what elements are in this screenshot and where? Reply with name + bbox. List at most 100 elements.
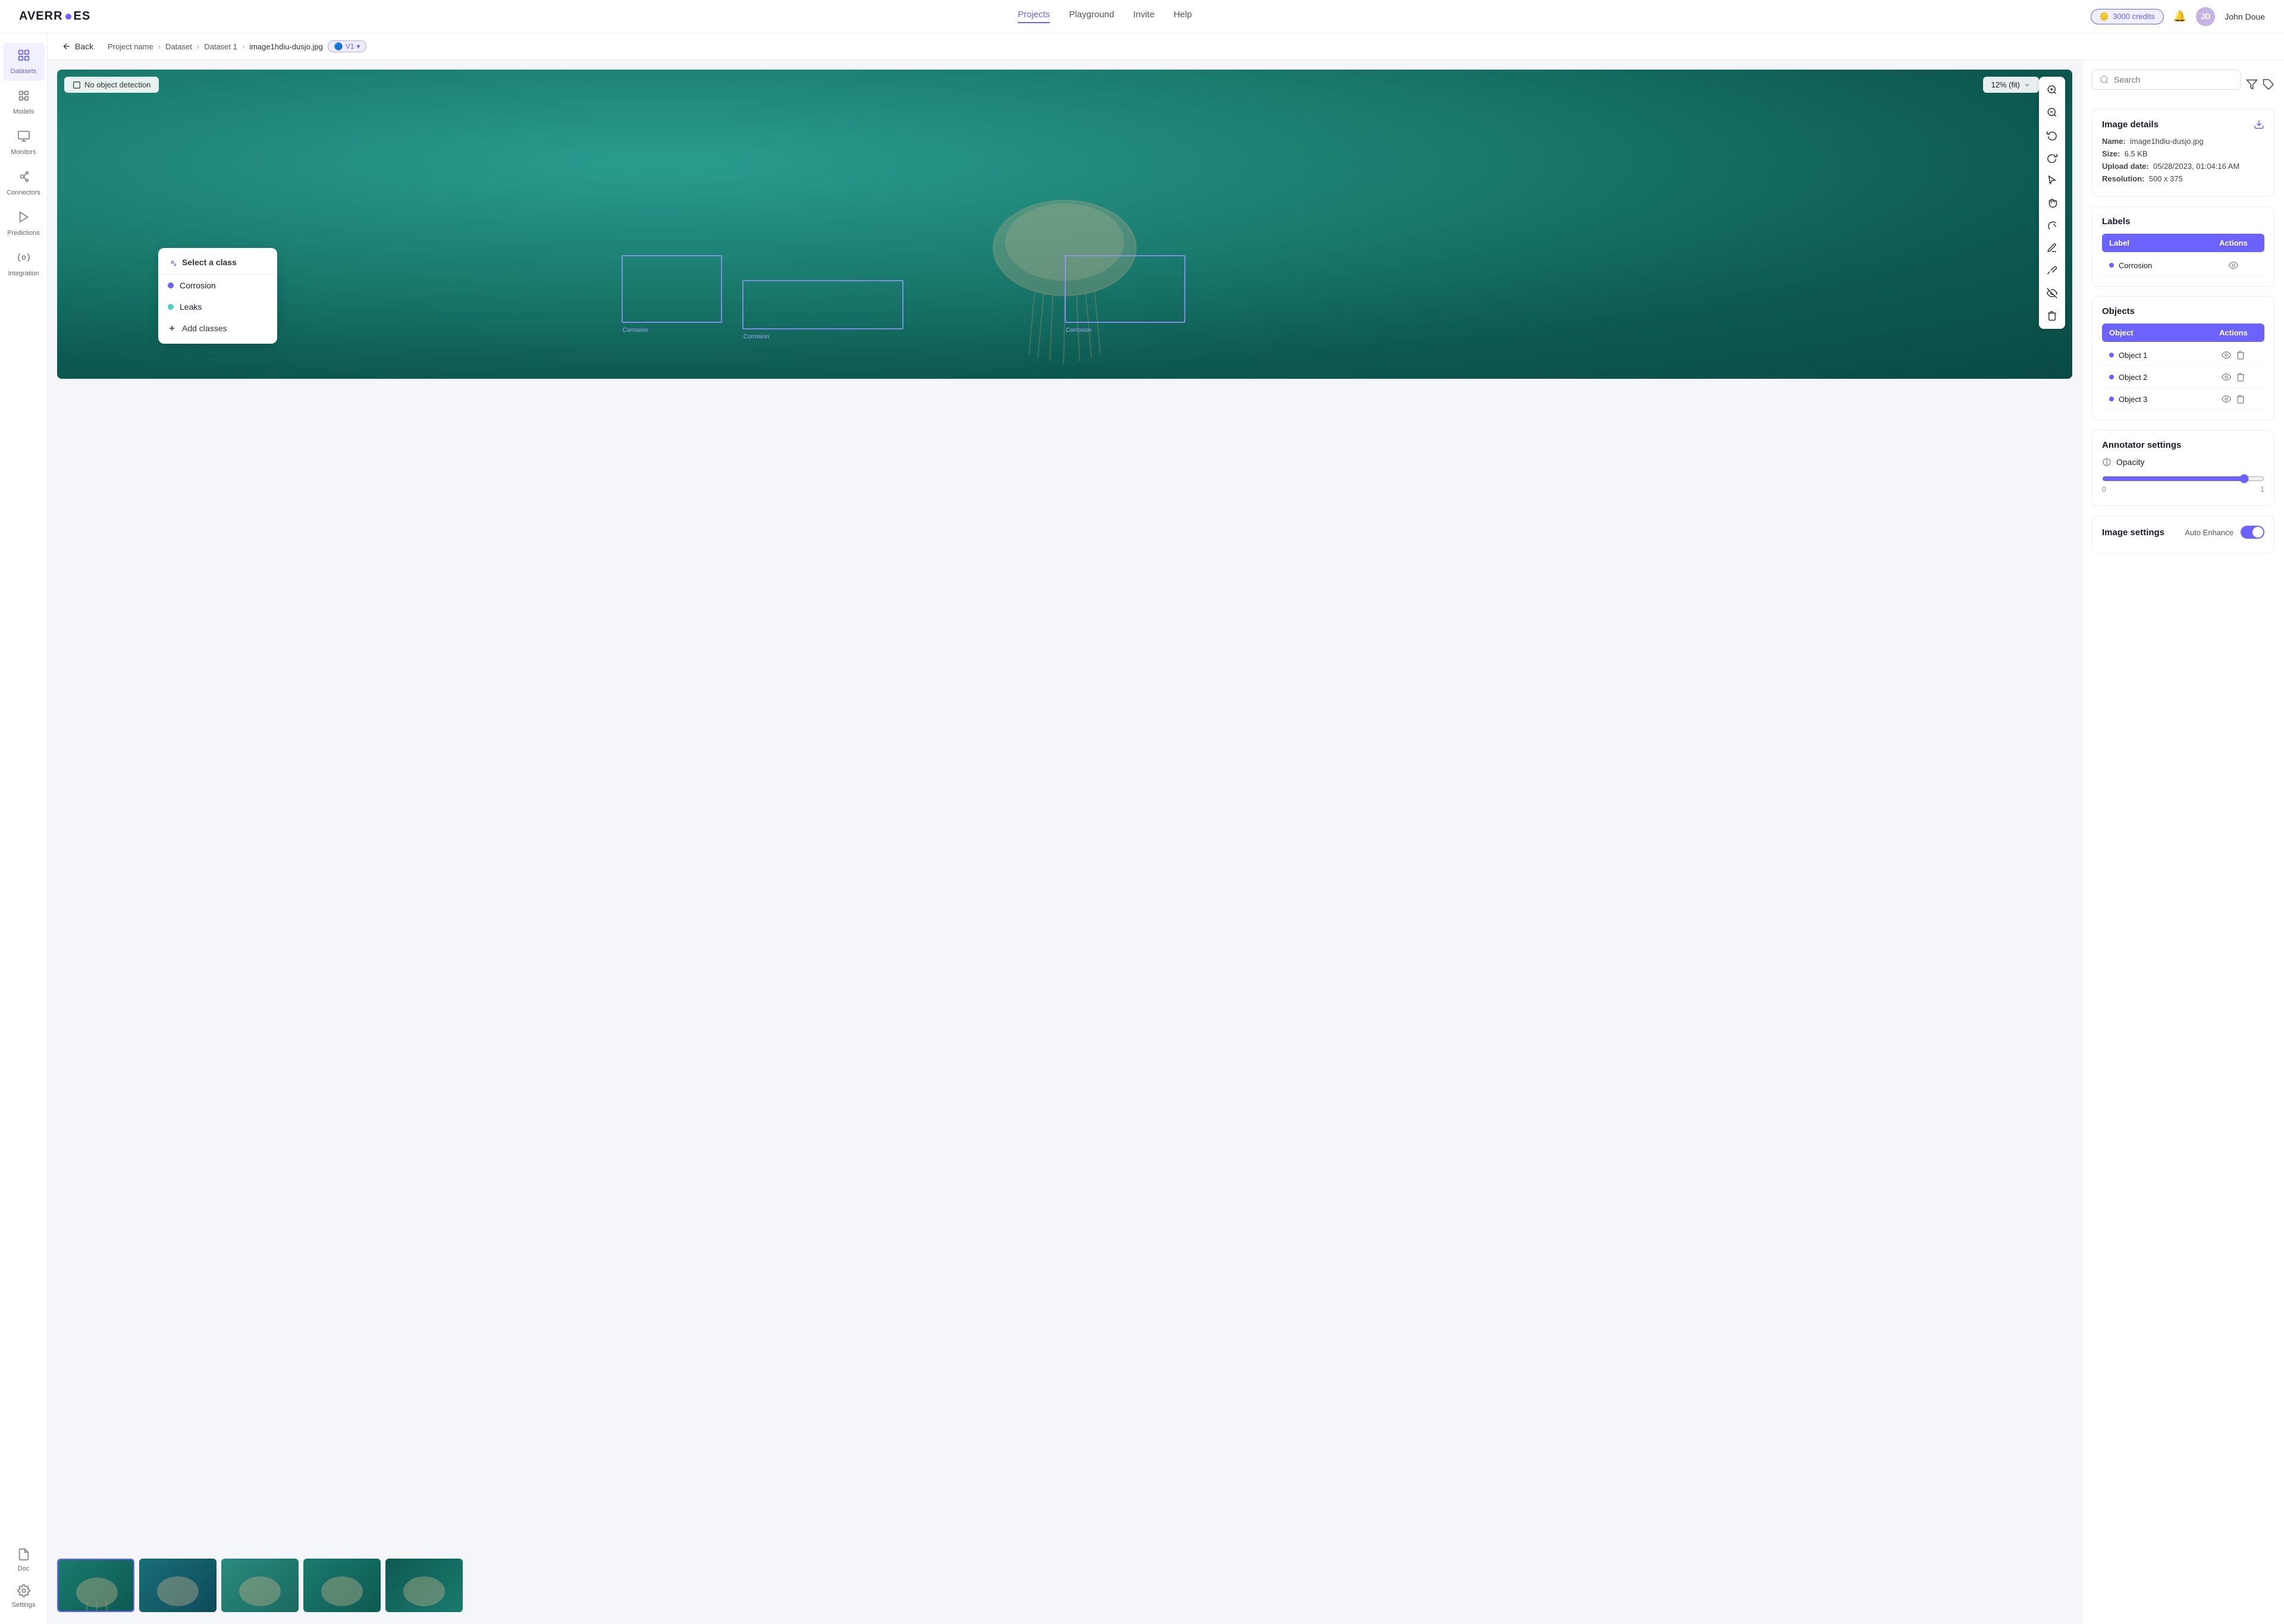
version-badge[interactable]: 🔵 V1 ▾ (328, 40, 367, 52)
zoom-out-tool[interactable] (2041, 102, 2063, 123)
search-bar (2092, 70, 2241, 90)
object-delete-icon-2[interactable] (2236, 394, 2245, 404)
sidebar-label-integration: Integration (8, 270, 39, 277)
sidebar-item-predictions[interactable]: Predictions (3, 205, 45, 243)
search-row (2092, 70, 2274, 99)
hand-tool[interactable] (2041, 192, 2063, 213)
breadcrumb-sep-1: › (158, 42, 161, 51)
annotator-settings-title: Annotator settings (2102, 440, 2264, 450)
sidebar-item-settings[interactable]: Settings (3, 1578, 45, 1614)
pen-tool[interactable] (2041, 237, 2063, 259)
canvas-tools (2039, 77, 2065, 329)
add-class-icon (168, 324, 176, 332)
labels-card: Labels Label Actions Corrosion (2092, 206, 2274, 287)
sidebar-item-monitors[interactable]: Monitors (3, 124, 45, 162)
class-dot-corrosion (168, 282, 174, 288)
tag-icon[interactable] (2263, 78, 2274, 90)
label-dot-0 (2109, 263, 2114, 268)
undo-tool[interactable] (2041, 124, 2063, 146)
sidebar-item-doc[interactable]: Doc (3, 1542, 45, 1578)
object-name-0: Object 1 (2109, 351, 2210, 360)
labels-col-actions: Actions (2210, 238, 2257, 247)
object-actions-2 (2210, 394, 2257, 404)
back-button[interactable]: Back (62, 42, 93, 51)
sidebar-item-integration[interactable]: Integration (3, 245, 45, 283)
object-actions-0 (2210, 350, 2257, 360)
search-icon (2100, 75, 2109, 84)
class-item-leaks[interactable]: Leaks (158, 296, 277, 318)
zoom-in-tool[interactable] (2041, 79, 2063, 100)
object-actions-1 (2210, 372, 2257, 382)
sidebar-bottom: Doc Settings (3, 1542, 45, 1614)
nav-links: Projects Playground Invite Help (119, 10, 2091, 23)
image-details-title: Image details (2102, 119, 2264, 130)
objects-col-actions: Actions (2210, 328, 2257, 337)
user-name: John Doue (2225, 12, 2265, 21)
select-class-icon (168, 257, 177, 267)
bbox-2[interactable]: Corrosion (742, 280, 903, 329)
label-name-0: Corrosion (2109, 261, 2210, 270)
canvas-container: No object detection 12% (fit) (57, 70, 2072, 379)
delete-tool[interactable] (2041, 305, 2063, 326)
objects-table-header: Object Actions (2102, 323, 2264, 342)
logo: AVERRES (19, 10, 90, 23)
doc-icon (17, 1548, 30, 1563)
redo-tool[interactable] (2041, 147, 2063, 168)
brush-tool[interactable] (2041, 260, 2063, 281)
object-delete-icon-0[interactable] (2236, 350, 2245, 360)
no-detection-badge[interactable]: No object detection (64, 77, 159, 93)
object-name-1: Object 2 (2109, 373, 2210, 382)
label-visibility-icon-0[interactable] (2229, 260, 2238, 270)
nav-invite[interactable]: Invite (1133, 10, 1154, 23)
thumb-3[interactable] (221, 1559, 299, 1612)
credits-badge[interactable]: 🪙 3000 credits (2091, 9, 2164, 24)
thumb-2[interactable] (139, 1559, 217, 1612)
sidebar-item-datasets[interactable]: Datasets (3, 43, 45, 81)
object-visibility-icon-0[interactable] (2222, 350, 2231, 360)
detail-resolution: Resolution: 500 x 375 (2102, 174, 2264, 183)
opacity-slider[interactable] (2102, 474, 2264, 483)
nav-projects[interactable]: Projects (1018, 10, 1050, 23)
lasso-tool[interactable] (2041, 215, 2063, 236)
nav-help[interactable]: Help (1174, 10, 1192, 23)
datasets-icon (17, 49, 30, 65)
class-item-corrosion[interactable]: Corrosion (158, 275, 277, 296)
objects-title: Objects (2102, 306, 2264, 316)
object-visibility-icon-2[interactable] (2222, 394, 2231, 404)
add-class-item[interactable]: Add classes (158, 318, 277, 339)
bell-icon[interactable]: 🔔 (2173, 10, 2186, 23)
sidebar: Datasets Models Monitors Connectors Pred… (0, 33, 48, 1624)
thumbnails (57, 1559, 2072, 1614)
hide-tool[interactable] (2041, 282, 2063, 304)
sidebar-label-doc: Doc (18, 1565, 30, 1572)
breadcrumb-dataset1[interactable]: Dataset 1 (204, 42, 237, 51)
bbox-3[interactable]: Corrosion (1065, 255, 1185, 323)
object-dot-2 (2109, 397, 2114, 401)
sidebar-item-models[interactable]: Models (3, 83, 45, 121)
breadcrumb-project[interactable]: Project name (108, 42, 153, 51)
search-input[interactable] (2114, 75, 2233, 84)
zoom-badge[interactable]: 12% (fit) (1983, 77, 2039, 93)
object-visibility-icon-1[interactable] (2222, 372, 2231, 382)
sidebar-item-connectors[interactable]: Connectors (3, 164, 45, 202)
thumb-1[interactable] (57, 1559, 134, 1612)
object-delete-icon-1[interactable] (2236, 372, 2245, 382)
bbox-1[interactable]: Corrosion (622, 255, 722, 323)
auto-enhance-toggle[interactable] (2241, 526, 2264, 539)
thumb-5[interactable] (385, 1559, 463, 1612)
sidebar-label-connectors: Connectors (7, 189, 40, 196)
image-panel: No object detection 12% (fit) (48, 60, 2082, 1624)
object-row-2: Object 3 (2102, 388, 2264, 410)
download-icon[interactable] (2254, 119, 2264, 130)
breadcrumb-dataset[interactable]: Dataset (165, 42, 192, 51)
version-chevron: ▾ (356, 42, 360, 51)
pointer-tool[interactable] (2041, 169, 2063, 191)
credits-icon: 🪙 (2100, 12, 2109, 21)
thumb-4[interactable] (303, 1559, 381, 1612)
predictions-icon (17, 211, 30, 227)
filter-icon[interactable] (2246, 78, 2258, 90)
labels-title: Labels (2102, 216, 2264, 227)
opacity-slider-container: 0 1 (2102, 474, 2264, 494)
nav-playground[interactable]: Playground (1069, 10, 1114, 23)
opacity-label: Opacity (2116, 457, 2144, 467)
